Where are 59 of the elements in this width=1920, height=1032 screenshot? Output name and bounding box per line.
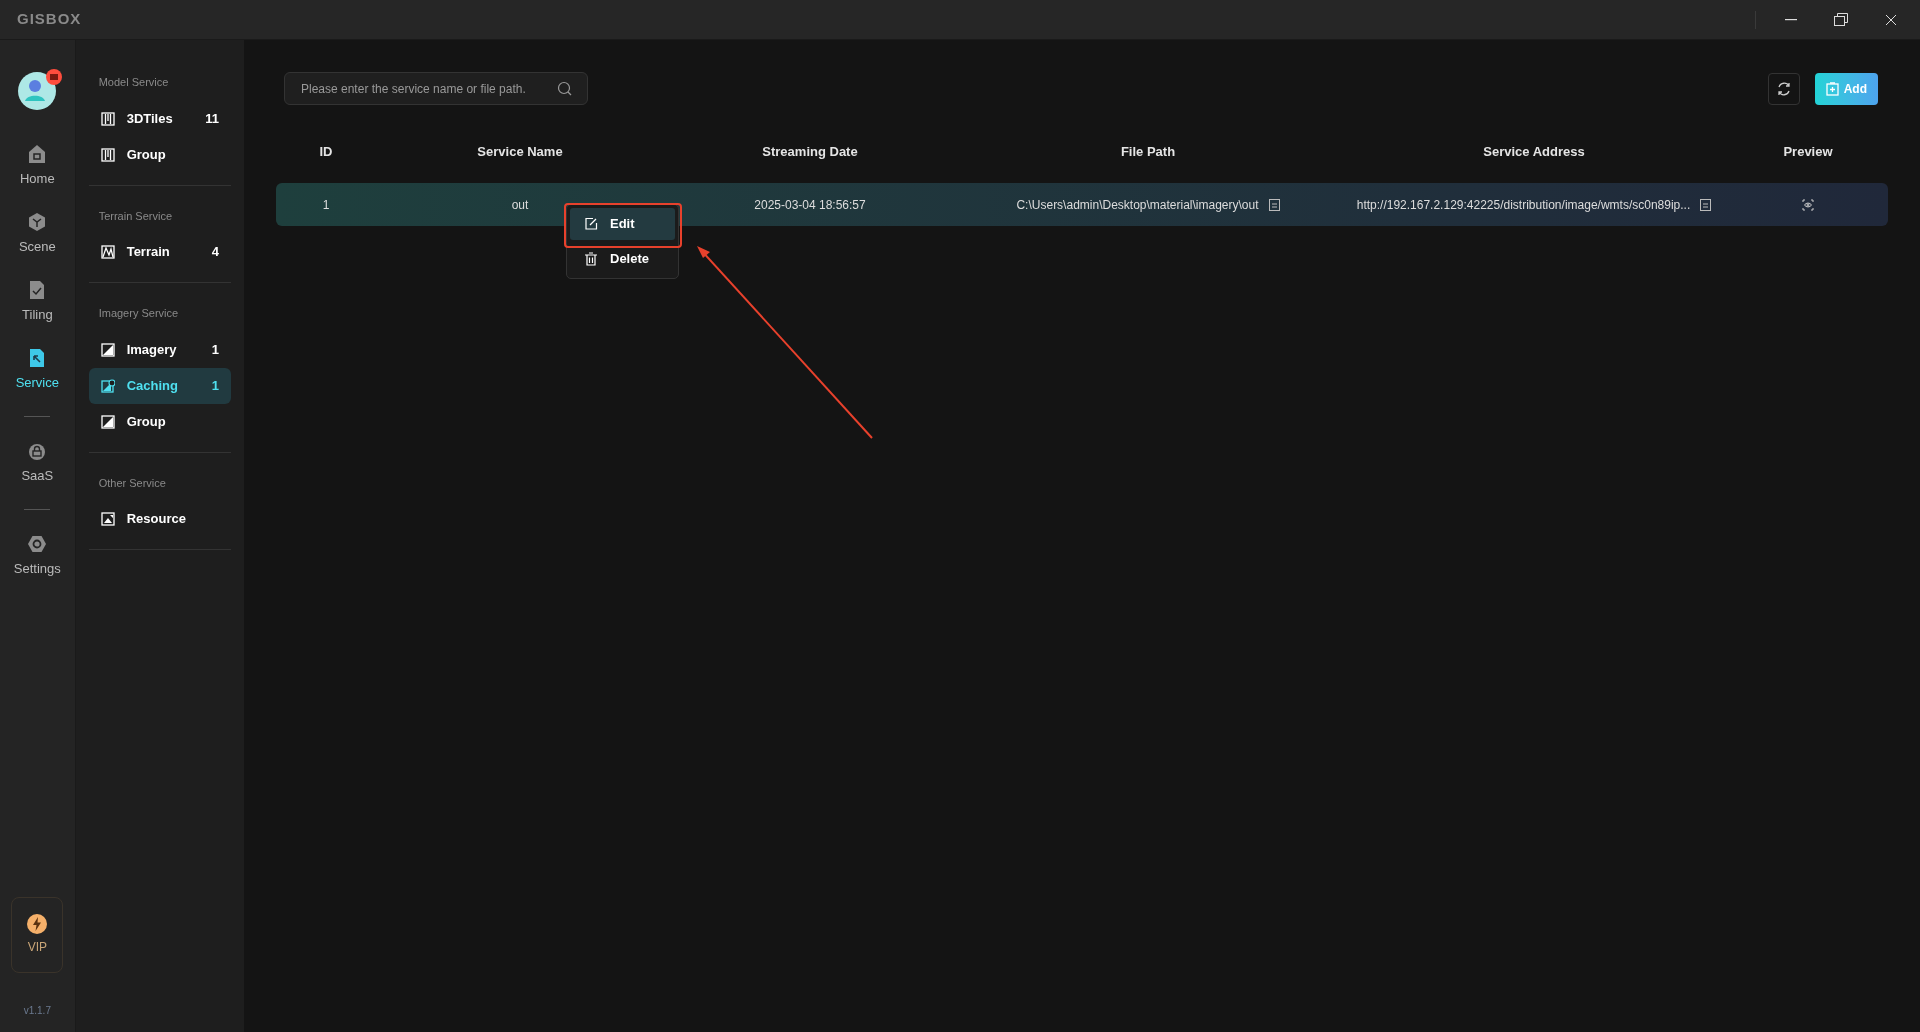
lightning-icon xyxy=(27,914,48,934)
sidebar-item[interactable]: Caching 1 xyxy=(88,367,231,404)
image-clock-icon xyxy=(100,378,115,393)
section-heading: Model Service xyxy=(97,75,170,90)
copy-icon[interactable] xyxy=(1268,198,1280,211)
menu-item[interactable]: Delete xyxy=(570,243,675,275)
section-heading: Terrain Service xyxy=(97,208,173,224)
table-cell-text: C:\Users\admin\Desktop\material\imagery\out xyxy=(1016,196,1259,214)
home-icon xyxy=(27,143,48,164)
nav-rail-item[interactable]: Settings xyxy=(0,522,75,590)
sidebar-item[interactable]: 3DTiles 11 xyxy=(88,100,231,137)
column-header: ID xyxy=(318,143,334,162)
tiles-icon xyxy=(100,111,115,126)
column-header: File Path xyxy=(1119,143,1177,162)
settings-icon xyxy=(27,533,48,554)
table-cell-text: 2025-03-04 18:56:57 xyxy=(754,196,866,214)
nav-rail-item[interactable]: SaaS xyxy=(0,429,75,497)
menu-item[interactable]: Edit xyxy=(570,208,675,240)
copy-icon[interactable] xyxy=(1700,198,1712,211)
nav-rail-item[interactable]: Home xyxy=(0,132,75,200)
avatar-icon[interactable] xyxy=(18,72,57,110)
preview-icon[interactable] xyxy=(1802,198,1814,211)
terrain-icon xyxy=(100,245,115,259)
column-header: Preview xyxy=(1782,143,1834,162)
table-cell-text: out xyxy=(511,196,529,214)
column-header: Service Name xyxy=(476,143,564,162)
table-cell-text: http://192.167.2.129:42225/distribution/image/wmts/sc0n89ip... xyxy=(1356,196,1691,214)
sidebar-item[interactable]: Imagery 1 xyxy=(88,331,231,368)
image-icon xyxy=(100,342,115,357)
app-logo: GISBOX xyxy=(17,9,82,30)
vip-button[interactable]: VIP xyxy=(11,897,64,973)
trash-icon xyxy=(584,252,598,266)
version-label: v1.1.7 xyxy=(23,1004,51,1018)
tiles-icon xyxy=(100,147,115,162)
refresh-icon xyxy=(1775,80,1792,97)
nav-rail-item[interactable]: Service xyxy=(0,336,75,404)
scene-icon xyxy=(27,211,48,232)
refresh-button[interactable] xyxy=(1767,72,1800,105)
message-badge-icon xyxy=(46,69,63,85)
nav-rail-item[interactable]: Scene xyxy=(0,200,75,268)
search-icon xyxy=(557,81,572,96)
section-heading: Imagery Service xyxy=(97,306,180,321)
sidebar-item[interactable]: Resource xyxy=(88,501,231,537)
column-header: Streaming Date xyxy=(761,143,859,162)
column-header: Service Address xyxy=(1482,143,1586,162)
restore-icon xyxy=(1834,13,1848,26)
close-icon xyxy=(1885,13,1897,26)
minimize-icon xyxy=(1785,18,1797,21)
sidebar-item[interactable]: Group xyxy=(88,136,231,173)
image-icon xyxy=(100,414,115,429)
search-field[interactable]: Please enter the service name or file path. xyxy=(284,72,588,105)
add-icon xyxy=(1825,81,1839,96)
table-cell-text: 1 xyxy=(322,196,330,214)
section-heading: Other Service xyxy=(97,475,167,491)
nav-rail-item[interactable]: Tiling xyxy=(0,268,75,336)
resource-icon xyxy=(100,512,115,526)
edit-icon xyxy=(584,217,598,231)
sidebar-item[interactable]: Group xyxy=(88,403,231,440)
sidebar-item[interactable]: Terrain 4 xyxy=(88,234,231,270)
